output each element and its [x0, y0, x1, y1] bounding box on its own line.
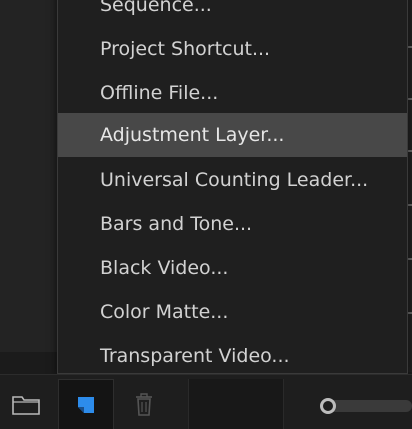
menu-item-label: Bars and Tone... — [100, 213, 253, 235]
menu-item-label: Sequence... — [100, 0, 212, 16]
trash-icon — [136, 393, 152, 416]
new-item-menu: Sequence... Project Shortcut... Offline … — [57, 0, 408, 374]
menu-item-bars-and-tone[interactable]: Bars and Tone... — [58, 202, 407, 246]
menu-item-project-shortcut[interactable]: Project Shortcut... — [58, 27, 407, 71]
zoom-slider-handle[interactable] — [320, 398, 336, 414]
menu-item-label: Color Matte... — [100, 301, 229, 323]
menu-item-offline-file[interactable]: Offline File... — [58, 71, 407, 115]
folder-icon — [12, 396, 40, 415]
menu-item-label: Universal Counting Leader... — [100, 169, 369, 191]
panel-strip — [0, 352, 57, 374]
menu-item-label: Offline File... — [100, 82, 219, 104]
menu-item-universal-counting-leader[interactable]: Universal Counting Leader... — [58, 158, 407, 202]
menu-item-label: Project Shortcut... — [100, 38, 271, 60]
clear-button[interactable] — [124, 379, 164, 429]
menu-item-label: Black Video... — [100, 257, 229, 279]
menu-item-adjustment-layer[interactable]: Adjustment Layer... — [58, 113, 407, 157]
menu-item-black-video[interactable]: Black Video... — [58, 246, 407, 290]
toolbar-slot — [188, 379, 284, 429]
menu-item-label: Transparent Video... — [100, 345, 290, 367]
menu-item-transparent-video[interactable]: Transparent Video... — [58, 334, 407, 378]
menu-item-label: Adjustment Layer... — [100, 124, 285, 146]
new-bin-button[interactable] — [4, 379, 48, 429]
new-item-button[interactable] — [58, 379, 114, 429]
menu-item-color-matte[interactable]: Color Matte... — [58, 290, 407, 334]
new-item-icon — [78, 396, 94, 413]
menu-item-sequence[interactable]: Sequence... — [58, 0, 407, 27]
